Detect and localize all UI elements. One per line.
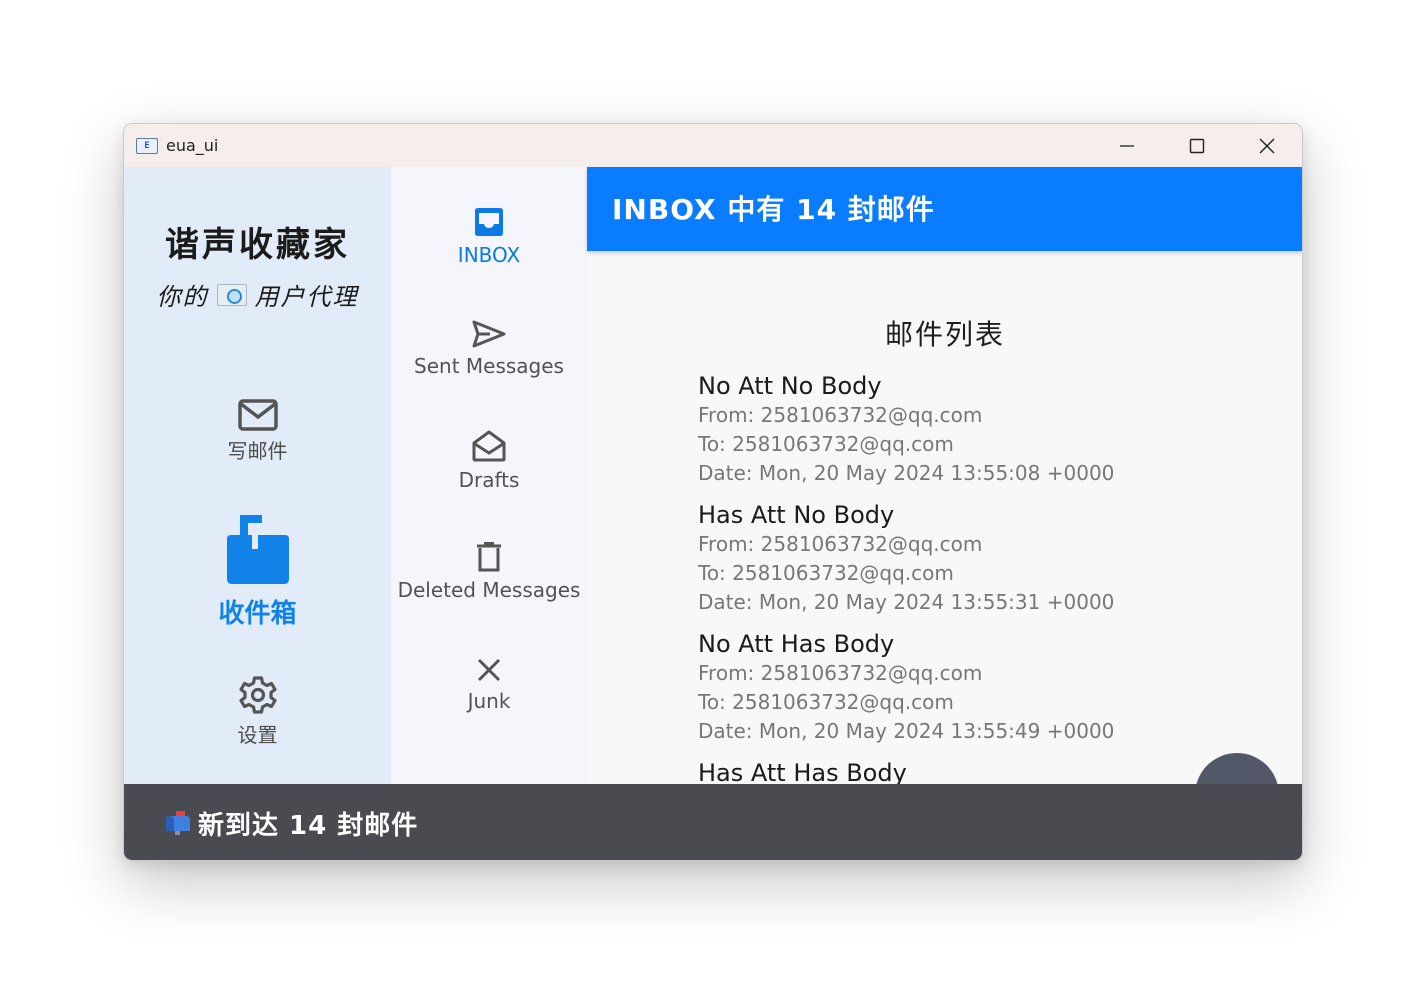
open-envelope-icon — [472, 430, 506, 462]
gear-icon — [238, 676, 277, 714]
mail-to: To: 2581063732@qq.com — [698, 690, 954, 714]
folder-list: INBOX Sent Messages Drafts Deleted Messa… — [391, 167, 587, 784]
folder-label: Deleted Messages — [397, 578, 581, 602]
mail-to: To: 2581063732@qq.com — [698, 561, 954, 585]
mailbox-flag-icon — [166, 811, 190, 835]
folder-label: Sent Messages — [414, 354, 564, 378]
close-window-button[interactable] — [1232, 124, 1302, 167]
minimize-button[interactable] — [1092, 124, 1162, 167]
mail-from: From: 2581063732@qq.com — [698, 532, 983, 556]
window-title: eua_ui — [166, 136, 219, 155]
list-item[interactable]: No Att Has Body From: 2581063732@qq.com … — [698, 629, 1258, 758]
mail-from: From: 2581063732@qq.com — [698, 661, 983, 685]
folder-drafts[interactable]: Drafts — [391, 430, 587, 492]
page-title: INBOX 中有 14 封邮件 — [587, 167, 1302, 251]
rail-item-label: 收件箱 — [218, 599, 297, 629]
mail-date: Date: Mon, 20 May 2024 13:55:31 +0000 — [698, 590, 1115, 614]
envelope-icon — [237, 399, 278, 431]
folder-junk[interactable]: Junk — [391, 657, 587, 713]
folder-label: INBOX — [457, 243, 521, 267]
rail-item-label: 设置 — [237, 723, 278, 747]
minimize-icon — [1120, 144, 1134, 147]
mail-from: From: 2581063732@qq.com — [698, 403, 983, 427]
folder-deleted-messages[interactable]: Deleted Messages — [391, 542, 587, 602]
folder-inbox[interactable]: INBOX — [391, 207, 587, 267]
mail-list-panel[interactable]: 邮件列表 No Att No Body From: 2581063732@qq.… — [587, 251, 1302, 784]
window-controls — [1092, 124, 1302, 167]
list-item[interactable]: Has Att Has Body — [698, 758, 1258, 784]
title-bar: E eua_ui — [124, 124, 1302, 167]
folder-label: Junk — [467, 689, 511, 713]
mail-subject: No Att No Body — [698, 372, 882, 400]
close-x-icon — [477, 658, 501, 682]
maximize-button[interactable] — [1162, 124, 1232, 167]
list-item[interactable]: Has Att No Body From: 2581063732@qq.com … — [698, 500, 1258, 629]
mailbox-icon — [226, 515, 289, 584]
close-icon — [1259, 138, 1275, 153]
mail-date: Date: Mon, 20 May 2024 13:55:49 +0000 — [698, 719, 1115, 743]
paper-plane-icon — [472, 320, 506, 348]
maximize-icon — [1189, 138, 1205, 153]
folder-label: Drafts — [458, 468, 520, 492]
brand-subtitle: 你的 用户代理 — [124, 277, 391, 312]
mail-date: Date: Mon, 20 May 2024 13:55:08 +0000 — [698, 461, 1115, 485]
inbox-tray-icon — [475, 208, 503, 236]
mail-to: To: 2581063732@qq.com — [698, 432, 954, 456]
rail-item-inbox[interactable]: 收件箱 — [124, 515, 391, 630]
mail-subject: No Att Has Body — [698, 630, 895, 658]
brand-subtitle-before: 你的 — [156, 283, 209, 311]
trash-icon — [477, 542, 501, 572]
brand-title: 谐声收藏家 — [165, 225, 350, 265]
mail-list-title: 邮件列表 — [884, 318, 1005, 351]
mail-subject: Has Att Has Body — [698, 759, 907, 784]
snackbar: 新到达 14 封邮件 — [124, 784, 1302, 860]
rail-item-label: 写邮件 — [227, 439, 288, 463]
app-window: E eua_ui 谐声收藏家 你的 用户代理 写邮件 收件箱 设置 INBOX … — [123, 123, 1303, 861]
mail-subject: Has Att No Body — [698, 501, 895, 529]
rail-item-compose[interactable]: 写邮件 — [124, 399, 391, 464]
email-emoji-icon — [216, 283, 247, 306]
rail-item-settings[interactable]: 设置 — [124, 675, 391, 748]
folder-sent-messages[interactable]: Sent Messages — [391, 320, 587, 378]
app-mail-icon: E — [136, 137, 158, 154]
list-item[interactable]: No Att No Body From: 2581063732@qq.com T… — [698, 371, 1258, 500]
brand-subtitle-after: 用户代理 — [254, 283, 359, 311]
snackbar-text: 新到达 14 封邮件 — [198, 810, 419, 841]
navigation-rail: 谐声收藏家 你的 用户代理 写邮件 收件箱 设置 — [124, 167, 391, 784]
mail-list: No Att No Body From: 2581063732@qq.com T… — [698, 371, 1258, 784]
